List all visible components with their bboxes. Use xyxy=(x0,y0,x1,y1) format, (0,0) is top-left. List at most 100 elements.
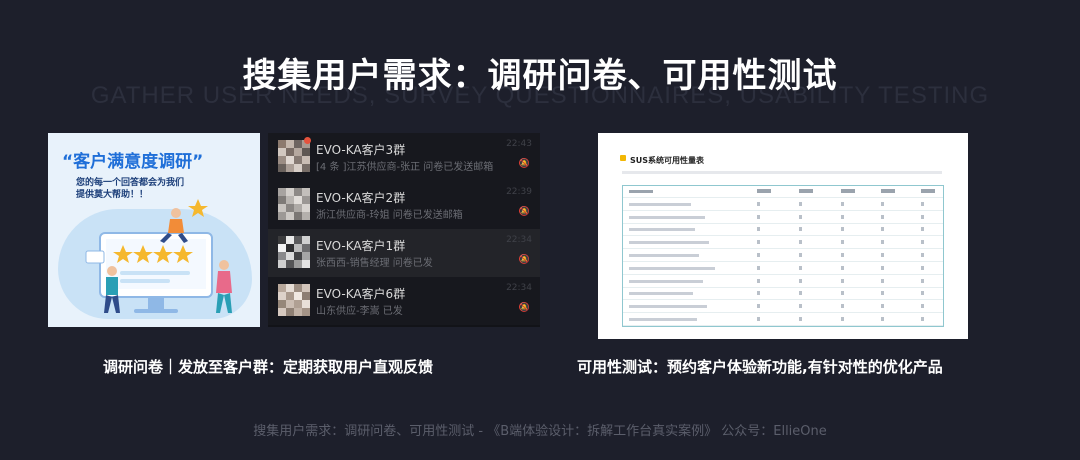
sus-scale-form: SUS系统可用性量表 xyxy=(598,133,968,339)
score-cell-placeholder xyxy=(881,253,884,257)
left-caption: 调研问卷｜发放至客户群：定期获取用户直观反馈 xyxy=(103,358,434,376)
score-cell-placeholder xyxy=(921,189,935,193)
score-cell-placeholder xyxy=(799,304,802,309)
score-cell-placeholder xyxy=(881,278,884,283)
chat-time: 22:43 xyxy=(506,139,532,149)
mute-icon: 🔕 xyxy=(518,303,530,313)
score-cell-placeholder xyxy=(757,265,760,270)
mute-icon: 🔕 xyxy=(518,207,530,217)
score-cell-placeholder xyxy=(757,278,760,283)
chat-item-ka6[interactable]: EVO-KA客户6群 山东供应-李嵩 已发 22:34 🔕 xyxy=(268,277,540,325)
survey-illustration xyxy=(85,199,232,313)
score-cell-placeholder xyxy=(881,189,895,193)
score-cell-placeholder xyxy=(799,201,802,206)
sus-table-row xyxy=(623,212,943,224)
mute-icon: 🔕 xyxy=(518,255,530,265)
chat-group-list: EVO-KA客户3群 [4 条 ]江苏供应商-张正 问卷已发送邮箱 22:43 … xyxy=(268,133,540,327)
score-cell-placeholder xyxy=(921,291,924,296)
chat-name: EVO-KA客户2群 xyxy=(316,191,406,205)
score-cell-placeholder xyxy=(841,201,844,206)
score-cell-placeholder xyxy=(757,227,760,232)
chat-time: 22:34 xyxy=(506,235,532,245)
question-text-placeholder xyxy=(629,266,715,270)
score-cell-placeholder xyxy=(881,291,884,296)
score-cell-placeholder xyxy=(921,304,924,309)
question-text-placeholder xyxy=(629,241,709,245)
page-title: 搜集用户需求：调研问卷、可用性测试 xyxy=(242,56,838,96)
score-cell-placeholder xyxy=(799,278,802,283)
score-cell-placeholder xyxy=(757,240,760,245)
form-title-icon xyxy=(620,155,626,161)
score-cell-placeholder xyxy=(799,253,802,257)
sus-table-row xyxy=(623,288,943,301)
score-cell-placeholder xyxy=(757,291,760,296)
right-caption: 可用性测试：预约客户体验新功能,有针对性的优化产品 xyxy=(577,358,943,376)
score-cell-placeholder xyxy=(841,304,844,309)
score-cell-placeholder xyxy=(881,227,884,232)
score-cell-placeholder xyxy=(757,317,760,321)
score-cell-placeholder xyxy=(881,317,884,321)
score-cell-placeholder xyxy=(921,227,924,232)
score-cell-placeholder xyxy=(881,214,884,219)
score-cell-placeholder xyxy=(841,317,844,321)
sus-table-row xyxy=(623,263,943,275)
unread-dot xyxy=(304,137,311,144)
score-cell-placeholder xyxy=(799,189,813,193)
question-text-placeholder xyxy=(629,305,707,309)
sus-table-row xyxy=(623,224,943,237)
score-cell-placeholder xyxy=(757,253,760,257)
score-cell-placeholder xyxy=(921,278,924,283)
score-cell-placeholder xyxy=(757,304,760,309)
group-avatar xyxy=(278,188,310,220)
score-cell-placeholder xyxy=(799,227,802,232)
sus-table xyxy=(622,185,944,327)
footer-text: 搜集用户需求：调研问卷、可用性测试 - 《B端体验设计：拆解工作台真实案例》 公… xyxy=(253,424,827,439)
score-cell-placeholder xyxy=(921,317,924,321)
score-cell-placeholder xyxy=(841,265,844,270)
score-cell-placeholder xyxy=(921,240,924,245)
question-text-placeholder xyxy=(629,228,695,232)
star-icon xyxy=(188,199,208,217)
score-cell-placeholder xyxy=(921,265,924,270)
sus-table-row xyxy=(623,276,943,288)
score-cell-placeholder xyxy=(881,201,884,206)
chat-time: 22:39 xyxy=(506,187,532,197)
score-cell-placeholder xyxy=(921,253,924,257)
score-cell-placeholder xyxy=(757,189,771,193)
chat-item-ka2[interactable]: EVO-KA客户2群 浙江供应商-玲姐 问卷已发送邮箱 22:39 🔕 xyxy=(268,181,540,229)
chat-item-ka1[interactable]: EVO-KA客户1群 张西西-销售经理 问卷已发 22:34 🔕 xyxy=(268,229,540,277)
sus-description-placeholder xyxy=(622,171,942,174)
sus-table-row xyxy=(623,301,943,314)
chat-item-ka3[interactable]: EVO-KA客户3群 [4 条 ]江苏供应商-张正 问卷已发送邮箱 22:43 … xyxy=(268,133,540,181)
slide: GATHER USER NEEDS, SURVEY QUESTIONNAIRES… xyxy=(0,0,1080,460)
score-cell-placeholder xyxy=(841,240,844,245)
chat-name: EVO-KA客户3群 xyxy=(316,143,406,157)
sus-table-header-row xyxy=(623,186,943,198)
score-cell-placeholder xyxy=(799,240,802,245)
chat-name: EVO-KA客户6群 xyxy=(316,287,406,301)
question-text-placeholder xyxy=(629,202,691,206)
score-cell-placeholder xyxy=(841,189,855,193)
question-text-placeholder xyxy=(629,279,703,283)
score-cell-placeholder xyxy=(921,201,924,206)
score-cell-placeholder xyxy=(799,265,802,270)
score-cell-placeholder xyxy=(841,291,844,296)
chat-name: EVO-KA客户1群 xyxy=(316,239,406,253)
group-avatar xyxy=(278,140,310,172)
score-cell-placeholder xyxy=(881,240,884,245)
group-avatar xyxy=(278,236,310,268)
chat-last-message: [4 条 ]江苏供应商-张正 问卷已发送邮箱 xyxy=(316,162,494,173)
question-text-placeholder xyxy=(629,215,705,219)
chat-last-message: 张西西-销售经理 问卷已发 xyxy=(316,258,433,269)
score-cell-placeholder xyxy=(799,214,802,219)
mute-icon: 🔕 xyxy=(518,159,530,169)
chat-last-message: 浙江供应商-玲姐 问卷已发送邮箱 xyxy=(316,210,463,221)
sus-table-row xyxy=(623,250,943,262)
score-cell-placeholder xyxy=(881,304,884,309)
score-cell-placeholder xyxy=(881,265,884,270)
question-text-placeholder xyxy=(629,190,653,193)
score-cell-placeholder xyxy=(757,214,760,219)
sus-table-row xyxy=(623,314,943,326)
question-text-placeholder xyxy=(629,254,699,257)
score-cell-placeholder xyxy=(799,291,802,296)
